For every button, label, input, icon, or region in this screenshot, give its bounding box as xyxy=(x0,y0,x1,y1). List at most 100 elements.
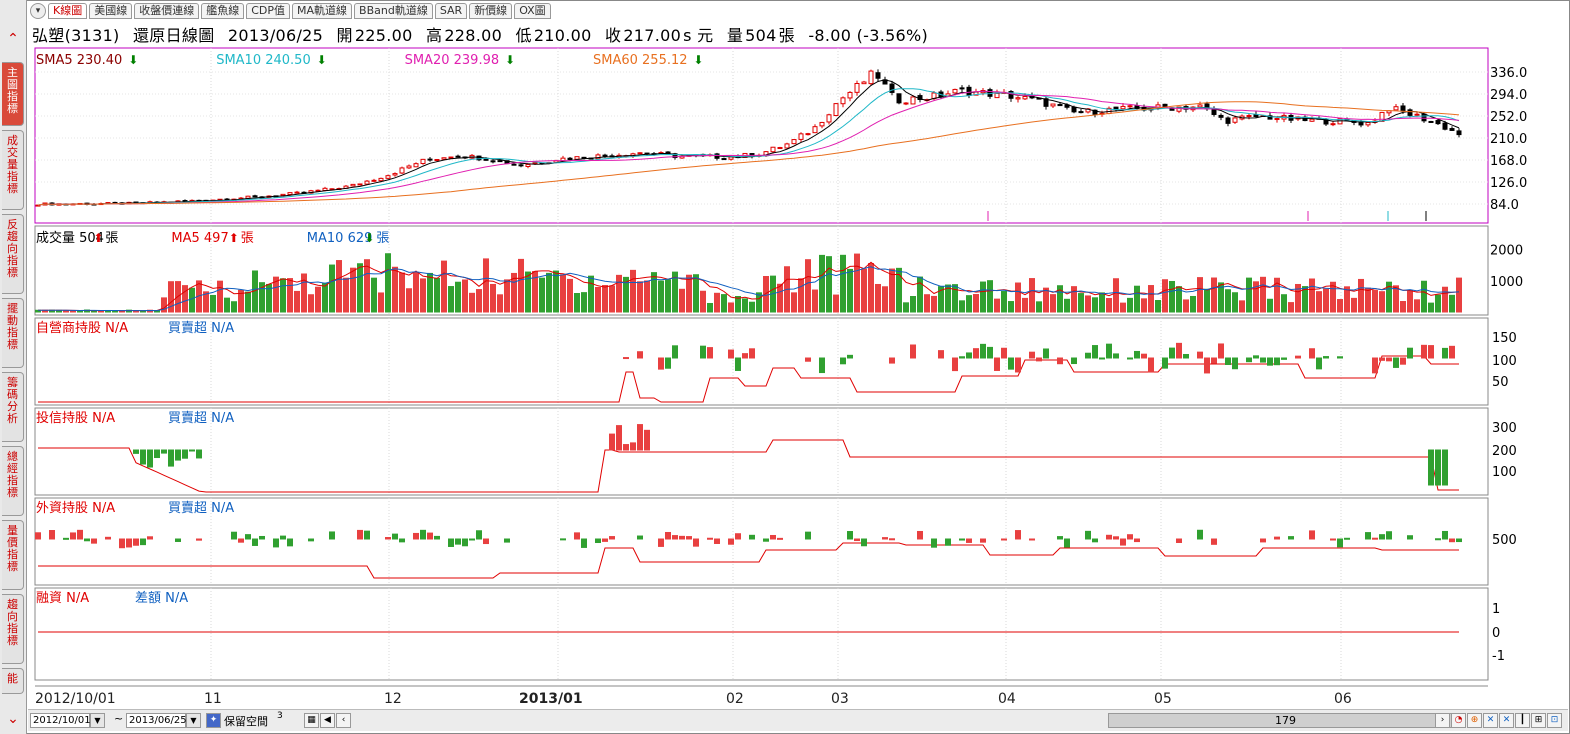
margin-label2: 差額 N/A xyxy=(135,591,188,606)
dealer-net-bar xyxy=(1309,348,1315,359)
settings-icon[interactable]: ✦ xyxy=(206,713,221,728)
volume-bar xyxy=(1239,300,1245,313)
expand-icon[interactable]: ✕ xyxy=(1483,713,1498,728)
range-tilde: ~ xyxy=(114,712,124,725)
scroll-left-start-icon[interactable]: ◀ xyxy=(320,713,335,728)
volume-bar xyxy=(287,278,293,313)
candle-body xyxy=(1407,109,1413,116)
dealer-net-bar xyxy=(1260,357,1266,363)
start-date-field[interactable]: 2012/10/01 xyxy=(30,713,91,728)
volume-bar xyxy=(476,289,482,313)
trust-net-bar xyxy=(644,429,650,451)
scroll-left-icon[interactable]: ‹ xyxy=(336,713,351,728)
candle-body xyxy=(1393,106,1399,111)
candle-body xyxy=(959,87,965,90)
volume-bar xyxy=(1232,292,1238,313)
candle-body xyxy=(805,133,811,136)
dealer-net-bar xyxy=(980,343,986,359)
candle-body xyxy=(847,91,853,99)
foreign-net-bar xyxy=(70,532,76,540)
dealer-net-bar xyxy=(1036,357,1042,362)
volume-bar xyxy=(294,290,300,313)
candle-icon[interactable]: ┃ xyxy=(1515,713,1530,728)
dealer-net-bar xyxy=(623,357,629,360)
foreign-net-bar xyxy=(574,532,580,540)
dealer-net-bar xyxy=(1183,353,1189,359)
candle-body xyxy=(392,173,398,176)
price-legend-item: SMA20 239.98 xyxy=(405,53,500,68)
candle-body xyxy=(427,158,433,161)
fit-icon[interactable]: ⊡ xyxy=(1547,713,1562,728)
dealer-net-bar xyxy=(1372,357,1378,374)
volume-bar xyxy=(1155,300,1161,313)
trust-label: 投信持股 N/A xyxy=(36,410,115,426)
candle-body xyxy=(840,97,846,105)
candle-body xyxy=(420,158,426,165)
foreign-net-bar xyxy=(385,537,391,540)
foreign-net-bar xyxy=(1407,535,1413,540)
volume-bar xyxy=(1267,298,1273,313)
trust-net-bar xyxy=(1442,449,1448,486)
dealer-net-bar xyxy=(1211,357,1217,364)
foreign-net-bar xyxy=(140,538,146,546)
dealer-net-bar xyxy=(1169,347,1175,359)
volume-bar xyxy=(679,288,685,313)
foreign-net-bar xyxy=(1015,530,1021,540)
foreign-net-bar xyxy=(658,538,664,547)
scroll-right-icon[interactable]: › xyxy=(1435,713,1450,728)
volume-bar xyxy=(245,291,251,313)
dealer-net-bar xyxy=(1316,357,1322,370)
dealer-net-bar xyxy=(735,357,741,371)
candle-body xyxy=(854,83,860,93)
end-date-field[interactable]: 2013/06/25 xyxy=(126,713,187,728)
candle-body xyxy=(364,180,370,185)
candle-body xyxy=(1442,122,1448,130)
table-icon[interactable]: ▦ xyxy=(304,713,319,728)
volume-bar xyxy=(231,301,237,313)
volume-bar xyxy=(1043,287,1049,313)
dealer-net-bar xyxy=(749,348,755,359)
foreign-net-bar xyxy=(805,531,811,540)
volume-bar xyxy=(665,279,671,313)
foreign-label: 外資持股 N/A xyxy=(36,501,115,516)
volume-bar xyxy=(329,264,335,313)
horizontal-scrollbar[interactable]: 179 xyxy=(1108,713,1463,728)
candle-body xyxy=(518,164,524,167)
trust-net-bar xyxy=(140,449,146,465)
volume-bar xyxy=(1421,280,1427,313)
volume-bar xyxy=(1204,288,1210,313)
volume-legend-unit: 張 xyxy=(241,231,254,246)
volume-bar xyxy=(994,298,1000,313)
grid-icon[interactable]: ⊞ xyxy=(1531,713,1546,728)
foreign-net-bar xyxy=(1386,531,1392,540)
foreign-net-bar xyxy=(595,538,601,544)
candle-body xyxy=(1456,130,1462,136)
alarm-icon[interactable]: ◔ xyxy=(1451,713,1466,728)
candle-body xyxy=(1400,105,1406,112)
shrink-icon[interactable]: ✕ xyxy=(1499,713,1514,728)
candle-body xyxy=(833,103,839,117)
volume-bar xyxy=(1449,294,1455,313)
volume-bar xyxy=(560,274,566,313)
volume-bar xyxy=(469,292,475,313)
dealer-net-bar xyxy=(805,357,811,362)
trust-net-bar xyxy=(175,449,181,461)
end-date-dropdown-icon[interactable]: ▼ xyxy=(186,713,201,728)
volume-bar xyxy=(798,278,804,313)
foreign-net-bar xyxy=(399,538,405,543)
start-date-dropdown-icon[interactable]: ▼ xyxy=(90,713,105,728)
foreign-net-bar xyxy=(945,538,951,546)
x-axis-label: 04 xyxy=(998,691,1016,707)
down-arrow-icon: ⬇ xyxy=(364,231,374,245)
reserve-space-value[interactable]: 3 xyxy=(277,711,283,721)
volume-bar xyxy=(567,278,573,313)
candle-body xyxy=(1449,128,1455,131)
zoom-in-icon[interactable]: ⊕ xyxy=(1467,713,1482,728)
volume-bar xyxy=(539,277,545,313)
candle-body xyxy=(1414,113,1420,116)
volume-bar xyxy=(371,277,377,313)
down-arrow-icon: ⬇ xyxy=(128,53,138,67)
volume-bar xyxy=(1092,297,1098,313)
trust-net-bar xyxy=(616,425,622,451)
foreign-net-bar xyxy=(1456,538,1462,543)
